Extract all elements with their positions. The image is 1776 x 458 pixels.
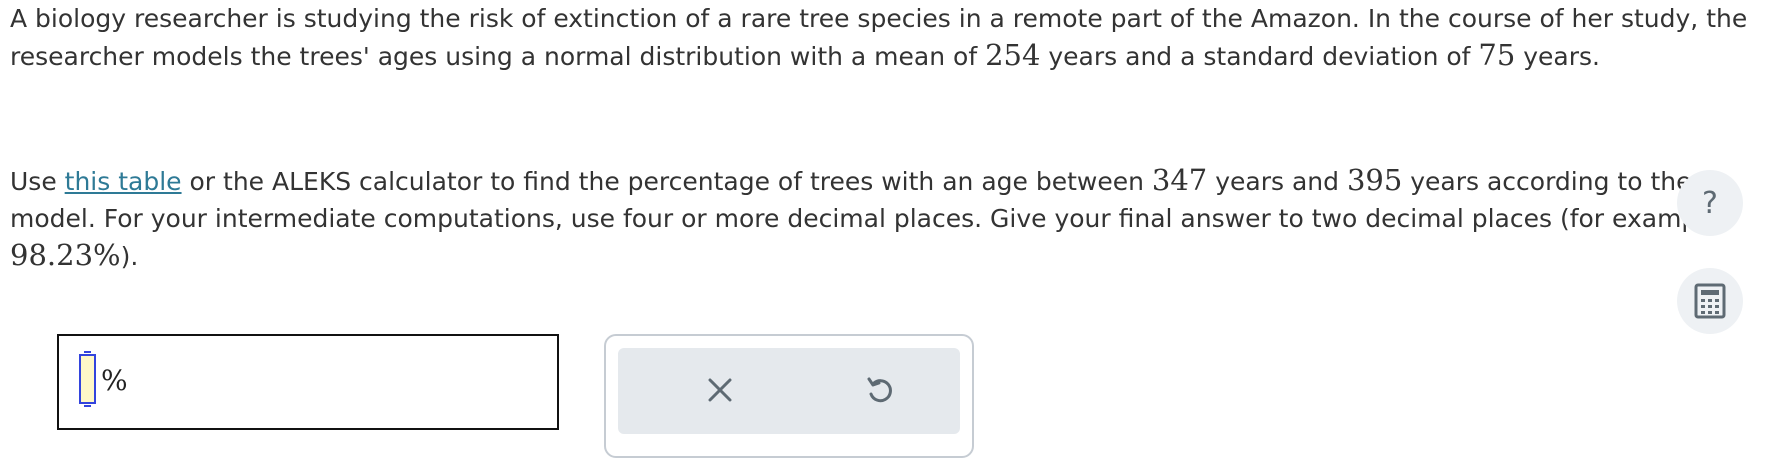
answer-toolbar bbox=[604, 334, 974, 458]
help-icon: ? bbox=[1702, 185, 1718, 221]
table-link[interactable]: this table bbox=[65, 167, 182, 196]
toolbar-inner bbox=[618, 348, 960, 434]
input-cursor[interactable] bbox=[79, 351, 96, 407]
undo-button[interactable] bbox=[858, 368, 902, 412]
close-icon bbox=[708, 378, 732, 402]
clear-button[interactable] bbox=[698, 368, 742, 412]
mean-value: 254 bbox=[985, 38, 1041, 72]
example-value: 98.23% bbox=[10, 238, 121, 272]
sd-value: 75 bbox=[1478, 38, 1516, 72]
lower-age: 347 bbox=[1151, 163, 1208, 197]
problem-paragraph-2: Use this table or the ALEKS calculator t… bbox=[10, 163, 1720, 272]
problem-paragraph-1: A biology researcher is studying the ris… bbox=[10, 4, 1748, 72]
upper-age: 395 bbox=[1346, 163, 1403, 197]
percent-unit: % bbox=[101, 364, 128, 397]
calculator-button[interactable] bbox=[1677, 268, 1743, 334]
undo-icon bbox=[867, 377, 892, 403]
calculator-icon bbox=[1694, 283, 1726, 319]
answer-input[interactable] bbox=[57, 334, 559, 430]
help-button[interactable]: ? bbox=[1677, 170, 1743, 236]
